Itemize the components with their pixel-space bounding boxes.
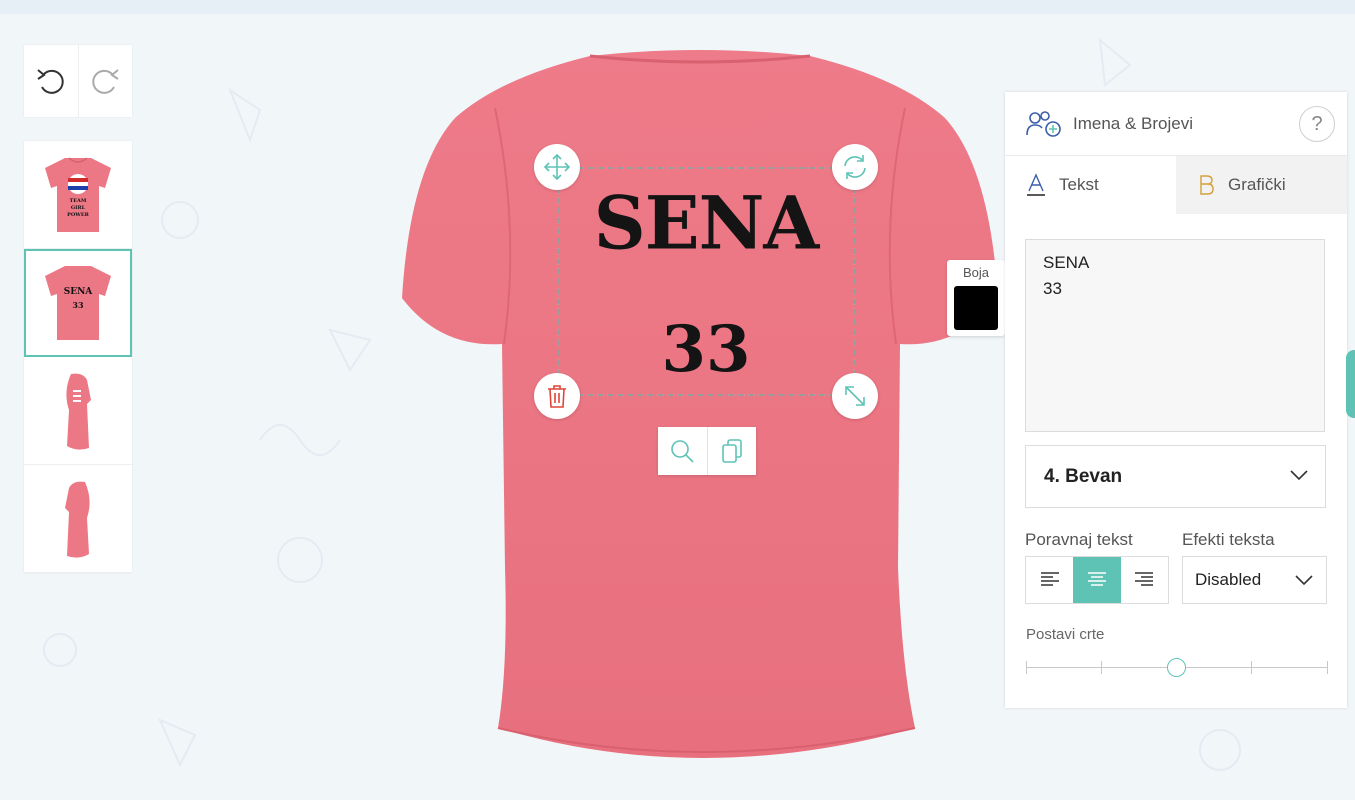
view-selector: TEAM GIRL POWER SENA 33 [24,141,132,573]
move-icon [543,153,571,181]
back-shirt-thumbnail: SENA 33 [45,265,111,340]
effects-dropdown-value: Disabled [1195,570,1262,589]
shirt-back-image [402,50,998,758]
text-input[interactable]: SENA 33 [1025,239,1325,432]
shirt-stage [400,48,1000,768]
design-mini-toolbar [658,427,756,475]
align-center-button[interactable] [1073,557,1121,603]
redo-button[interactable] [77,45,133,117]
align-left-icon [1040,572,1059,586]
tab-text-label: Tekst [1059,175,1099,194]
design-text-name[interactable]: SENA [557,179,855,266]
undo-button[interactable] [24,45,78,117]
design-text-number[interactable]: 33 [557,312,855,387]
text-align-group [1025,556,1169,604]
back-thumb-line1: SENA [64,287,94,297]
font-dropdown[interactable]: 4. Bevan [1025,445,1326,508]
copy-icon [721,439,742,463]
tab-graphics[interactable]: Grafički [1176,156,1347,214]
front-thumb-line2: GIRL [71,205,86,211]
redo-icon [92,69,119,94]
rotate-handle[interactable] [832,144,878,190]
delete-handle[interactable] [534,373,580,419]
align-right-button[interactable] [1121,557,1168,603]
slider-thumb[interactable] [1167,658,1186,677]
panel-header: Imena & Brojevi ? [1005,92,1347,156]
effects-dropdown[interactable]: Disabled [1182,556,1327,604]
text-editor-panel: Imena & Brojevi ? Tekst Grafički SENA 33… [1005,92,1347,708]
view-front[interactable]: TEAM GIRL POWER [24,141,132,249]
lines-slider[interactable] [1026,657,1328,677]
front-thumb-line3: POWER [67,212,90,218]
lines-label: Postavi crte [1026,626,1105,643]
slider-tick [1101,661,1102,674]
text-letter-icon [1027,173,1045,196]
tab-graphics-label: Grafički [1228,175,1286,194]
graphics-letter-icon [1200,175,1214,195]
slider-tick [1251,661,1252,674]
view-right-sleeve[interactable] [24,465,132,573]
top-strip [0,0,1355,14]
align-label: Poravnaj tekst [1025,530,1133,549]
rotate-icon [844,155,866,179]
text-color-picker[interactable]: Boja [947,260,1005,336]
align-center-icon [1087,572,1106,586]
magnifier-icon [671,440,694,463]
view-left-sleeve[interactable] [24,357,132,465]
front-shirt-thumbnail: TEAM GIRL POWER [45,156,111,232]
add-users-icon [1026,110,1061,137]
slider-tick [1026,661,1027,674]
chevron-down-icon [1295,575,1313,586]
history-toolbar [24,45,132,117]
left-side-shirt-thumbnail [66,373,91,450]
align-right-icon [1135,572,1154,586]
tab-text[interactable]: Tekst [1005,156,1176,214]
slider-tick [1327,661,1328,674]
front-thumb-line1: TEAM [70,198,87,204]
color-swatch[interactable] [954,286,998,330]
panel-tabs: Tekst Grafički [1005,156,1347,214]
resize-icon [845,386,865,406]
chevron-down-icon [1290,470,1308,481]
trash-icon [548,385,566,408]
panel-title: Imena & Brojevi [1073,113,1193,133]
align-left-button[interactable] [1026,557,1073,603]
side-drawer-tab[interactable] [1346,350,1355,418]
help-button[interactable]: ? [1299,106,1335,142]
view-back[interactable]: SENA 33 [24,249,132,357]
color-picker-label: Boja [962,265,990,280]
font-dropdown-value: 4. Bevan [1044,465,1123,487]
back-thumb-line2: 33 [72,300,84,310]
undo-icon [37,69,64,94]
move-handle[interactable] [534,144,580,190]
right-side-shirt-thumbnail [65,481,90,558]
duplicate-button[interactable] [706,427,757,475]
resize-handle[interactable] [832,373,878,419]
effects-label: Efekti teksta [1182,530,1275,549]
zoom-button[interactable] [658,427,707,475]
